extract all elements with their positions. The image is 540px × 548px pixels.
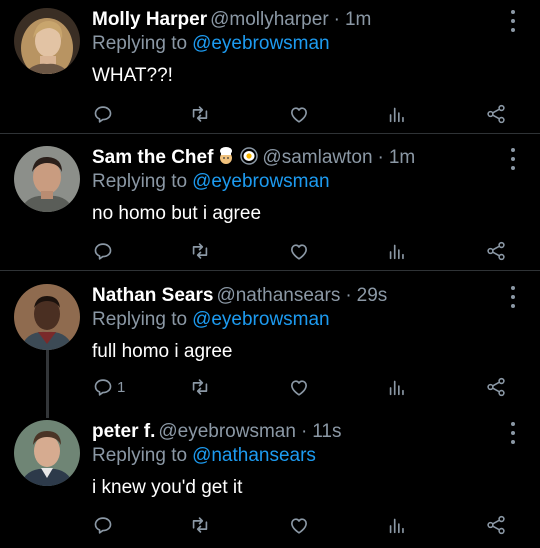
analytics-icon — [389, 518, 404, 534]
tweet[interactable]: Sam the Chef @samlawton · 1m Replying to @ey… — [0, 144, 540, 266]
replying-to-mention[interactable]: @eyebrowsman — [192, 309, 330, 330]
reply-icon — [94, 379, 112, 396]
like-button[interactable] — [288, 513, 310, 537]
replying-to-mention[interactable]: @nathansears — [192, 445, 316, 466]
retweet-icon — [192, 517, 208, 533]
tweet-header: Sam the Chef @samlawton · 1m — [92, 146, 415, 170]
share-icon — [487, 241, 505, 261]
retweet-button[interactable] — [189, 375, 211, 399]
reply-icon — [94, 243, 112, 260]
avatar[interactable] — [14, 146, 80, 212]
like-icon — [291, 107, 307, 123]
analytics-button[interactable] — [386, 239, 408, 263]
retweet-button[interactable] — [189, 102, 211, 126]
fried-egg-emoji — [239, 146, 259, 173]
more-icon[interactable] — [508, 286, 518, 308]
analytics-button[interactable] — [386, 102, 408, 126]
retweet-icon — [192, 243, 208, 259]
analytics-icon — [389, 107, 404, 123]
replying-to-mention[interactable]: @eyebrowsman — [192, 171, 330, 192]
tweet-text: full homo i agree — [92, 341, 233, 362]
separator: · — [300, 421, 308, 442]
reply-button[interactable] — [92, 239, 117, 263]
chef-emoji — [216, 146, 236, 173]
replying-to-label: Replying to — [92, 33, 188, 54]
display-name[interactable]: Nathan Sears — [92, 285, 213, 306]
display-name[interactable]: peter f. — [92, 421, 155, 442]
display-name[interactable]: Sam the Chef — [92, 147, 213, 168]
separator: · — [345, 285, 352, 306]
replying-to: Replying to @eyebrowsman — [92, 170, 330, 194]
tweet-header: Nathan Sears @nathansears · 29s — [92, 284, 387, 308]
reply-button[interactable] — [92, 513, 117, 537]
analytics-button[interactable] — [386, 375, 408, 399]
like-button[interactable] — [288, 375, 310, 399]
tweet[interactable]: Molly Harper @mollyharper · 1m Replying to @… — [0, 6, 540, 128]
timestamp[interactable]: 11s — [312, 421, 341, 442]
share-button[interactable] — [485, 239, 507, 263]
replying-to: Replying to @nathansears — [92, 444, 316, 468]
retweet-button[interactable] — [189, 239, 211, 263]
share-icon — [487, 377, 505, 397]
avatar[interactable] — [14, 284, 80, 350]
like-button[interactable] — [288, 239, 310, 263]
action-bar — [0, 513, 540, 537]
timestamp[interactable]: 1m — [389, 147, 415, 168]
reply-button[interactable] — [92, 102, 117, 126]
like-button[interactable] — [288, 102, 310, 126]
tweet-text: no homo but i agree — [92, 203, 262, 224]
replying-to-mention[interactable]: @eyebrowsman — [192, 33, 330, 54]
reply-icon — [94, 106, 112, 123]
tweet[interactable]: peter f. @eyebrowsman · 11s Replying to @nat… — [0, 420, 540, 544]
replying-to-label: Replying to — [92, 309, 188, 330]
like-icon — [291, 244, 307, 260]
replying-to: Replying to @eyebrowsman — [92, 32, 330, 56]
analytics-icon — [389, 380, 404, 396]
share-button[interactable] — [485, 513, 507, 537]
tweet-text: WHAT??! — [92, 65, 173, 86]
replying-to-label: Replying to — [92, 171, 188, 192]
replying-to: Replying to @eyebrowsman — [92, 308, 330, 332]
divider — [0, 270, 540, 271]
tweet-text: i knew you'd get it — [92, 477, 243, 498]
action-bar: 1 — [0, 375, 540, 399]
share-icon — [487, 104, 505, 124]
share-button[interactable] — [485, 102, 507, 126]
action-bar — [0, 102, 540, 126]
avatar[interactable] — [14, 8, 80, 74]
analytics-icon — [389, 244, 404, 260]
reply-count: 1 — [117, 378, 126, 396]
tweet-header: Molly Harper @mollyharper · 1m — [92, 8, 371, 32]
action-bar — [0, 239, 540, 263]
retweet-icon — [192, 379, 208, 395]
username[interactable]: @mollyharper — [210, 9, 329, 30]
replying-to-label: Replying to — [92, 445, 188, 466]
more-icon[interactable] — [508, 10, 518, 32]
separator: · — [333, 9, 340, 30]
reply-feed: Molly Harper @mollyharper · 1m Replying to @… — [0, 0, 540, 548]
username[interactable]: @eyebrowsman — [158, 421, 296, 442]
share-button[interactable] — [485, 375, 507, 399]
like-icon — [291, 518, 307, 534]
display-name[interactable]: Molly Harper — [92, 9, 207, 30]
username[interactable]: @samlawton — [262, 147, 372, 168]
tweet[interactable]: Nathan Sears @nathansears · 29s Replying to… — [0, 282, 540, 404]
reply-button[interactable]: 1 — [92, 375, 125, 399]
like-icon — [291, 380, 307, 396]
tweet-header: peter f. @eyebrowsman · 11s — [92, 420, 342, 444]
more-icon[interactable] — [508, 148, 518, 170]
timestamp[interactable]: 1m — [345, 9, 371, 30]
share-icon — [487, 515, 505, 535]
more-icon[interactable] — [508, 422, 518, 444]
retweet-button[interactable] — [189, 513, 211, 537]
retweet-icon — [192, 106, 208, 122]
timestamp[interactable]: 29s — [357, 285, 388, 306]
avatar[interactable] — [14, 420, 80, 486]
divider — [0, 133, 540, 134]
reply-icon — [94, 517, 112, 534]
username[interactable]: @nathansears — [216, 285, 340, 306]
separator: · — [377, 147, 384, 168]
analytics-button[interactable] — [386, 513, 408, 537]
